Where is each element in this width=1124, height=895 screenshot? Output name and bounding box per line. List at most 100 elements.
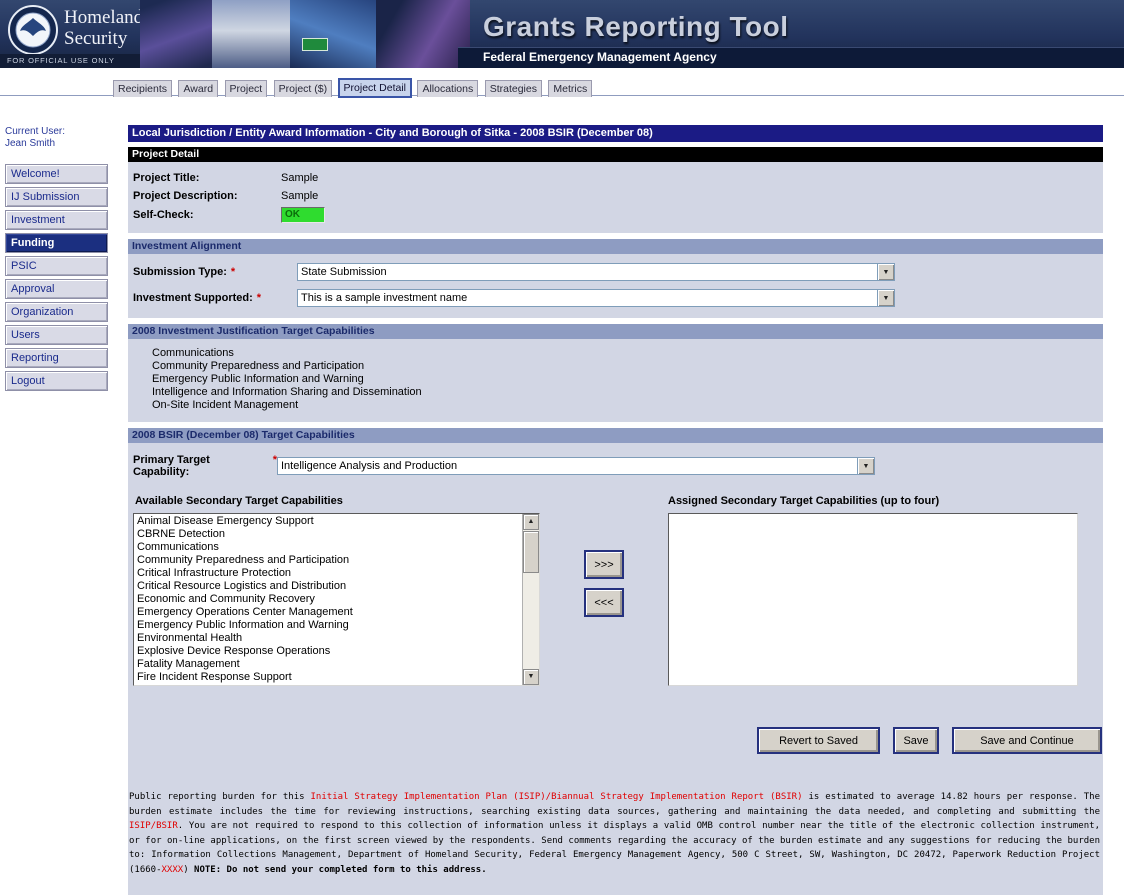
tab-project[interactable]: Project [225,80,268,97]
current-user: Current User: Jean Smith [5,126,108,150]
available-capabilities-options: Animal Disease Emergency Support CBRNE D… [134,515,522,685]
tab-project-detail[interactable]: Project Detail [339,79,411,97]
submission-type-select[interactable]: State Submission ▼ [297,263,895,281]
scrollbar-up-icon[interactable]: ▲ [523,514,539,530]
available-option[interactable]: Critical Resource Logistics and Distribu… [134,580,522,593]
project-detail-header: Project Detail [128,147,1103,162]
paperwork-burden-notice: Public reporting burden for this Initial… [128,790,1103,877]
sidebar: Current User: Jean Smith Welcome! IJ Sub… [5,126,108,394]
ij-target-capabilities-list: Communications Community Preparedness an… [128,339,1103,422]
ij-target-capabilities-section: 2008 Investment Justification Target Cap… [128,324,1103,422]
tab-metrics[interactable]: Metrics [548,80,592,97]
isip-bsir-link-2[interactable]: ISIP/BSIR [129,821,178,831]
available-option[interactable]: Communications [134,541,522,554]
collage-photo-3 [290,0,376,68]
burden-text-1: Public reporting burden for this [129,792,311,802]
listbox-scrollbar[interactable]: ▲ ▼ [522,514,539,685]
investment-supported-row: Investment Supported: * This is a sample… [128,287,1103,309]
available-option[interactable]: Fatality Management [134,658,522,671]
investment-supported-value: This is a sample investment name [298,290,877,306]
investment-supported-label: Investment Supported: [133,292,253,304]
scrollbar-thumb[interactable] [523,531,539,573]
available-option[interactable]: CBRNE Detection [134,528,522,541]
tab-award[interactable]: Award [178,80,218,97]
project-title-value: Sample [281,172,318,184]
transfer-buttons: >>> <<< [540,513,668,686]
self-check-row: Self-Check: OK [128,205,1103,225]
project-detail-section: Project Detail Project Title: Sample Pro… [128,147,1103,233]
available-option[interactable]: Emergency Public Information and Warning [134,619,522,632]
investment-supported-select[interactable]: This is a sample investment name ▼ [297,289,895,307]
dropdown-arrow-icon[interactable]: ▼ [877,264,894,280]
omb-number-redacted: XXXX [162,865,184,875]
available-option[interactable]: Economic and Community Recovery [134,593,522,606]
save-and-continue-button[interactable]: Save and Continue [952,727,1102,754]
sidebar-item-funding[interactable]: Funding [5,233,108,253]
primary-capability-value: Intelligence Analysis and Production [278,458,857,474]
project-description-value: Sample [281,190,318,202]
tab-project-dollars[interactable]: Project ($) [274,80,332,97]
bsir-target-capabilities-header: 2008 BSIR (December 08) Target Capabilit… [128,428,1103,443]
submission-type-label: Submission Type: [133,266,227,278]
available-option[interactable]: Fire Incident Response Support [134,671,522,684]
available-option[interactable]: Animal Disease Emergency Support [134,515,522,528]
required-marker: * [257,292,261,304]
investment-alignment-header: Investment Alignment [128,239,1103,254]
move-left-button[interactable]: <<< [584,588,624,617]
available-option[interactable]: Critical Infrastructure Protection [134,567,522,580]
main-content: Local Jurisdiction / Entity Award Inform… [128,125,1103,895]
available-option[interactable]: Community Preparedness and Participation [134,554,522,567]
primary-capability-row: Primary Target Capability: * Intelligenc… [128,452,1103,480]
tab-recipients[interactable]: Recipients [113,80,172,97]
ij-capability-item: Community Preparedness and Participation [152,360,1103,373]
assigned-capabilities-header: Assigned Secondary Target Capabilities (… [668,495,939,507]
do-not-send-note: NOTE: Do not send your completed form to… [194,865,487,875]
collage-photo-1 [140,0,212,68]
available-option[interactable]: Environmental Health [134,632,522,645]
self-check-label: Self-Check: [133,209,281,221]
app-header: Homeland Security FOR OFFICIAL USE ONLY … [0,0,1124,68]
tab-strategies[interactable]: Strategies [485,80,542,97]
dropdown-arrow-icon[interactable]: ▼ [857,458,874,474]
scrollbar-down-icon[interactable]: ▼ [523,669,539,685]
collage-road-sign [302,38,328,51]
move-right-button[interactable]: >>> [584,550,624,579]
sidebar-item-psic[interactable]: PSIC [5,256,108,276]
sidebar-item-organization[interactable]: Organization [5,302,108,322]
available-option[interactable]: Explosive Device Response Operations [134,645,522,658]
app-subtitle: Federal Emergency Management Agency [458,48,1124,67]
form-action-buttons: Revert to Saved Save Save and Continue [128,686,1103,754]
sidebar-item-ij-submission[interactable]: IJ Submission [5,187,108,207]
primary-capability-select[interactable]: Intelligence Analysis and Production ▼ [277,457,875,475]
sidebar-item-investment[interactable]: Investment [5,210,108,230]
ij-capability-item: On-Site Incident Management [152,399,1103,412]
tab-allocations[interactable]: Allocations [417,80,478,97]
revert-to-saved-button[interactable]: Revert to Saved [757,727,880,754]
burden-text-4: ) [183,865,194,875]
agency-name-line1: Homeland [64,7,143,28]
assigned-capabilities-listbox[interactable] [668,513,1078,686]
available-capabilities-header: Available Secondary Target Capabilities [135,495,668,507]
dropdown-arrow-icon[interactable]: ▼ [877,290,894,306]
available-option[interactable]: Emergency Operations Center Management [134,606,522,619]
dhs-seal-logo [8,5,58,55]
self-check-status-badge: OK [281,207,325,223]
page-title-bar: Local Jurisdiction / Entity Award Inform… [128,125,1103,142]
save-button[interactable]: Save [893,727,939,754]
header-photo-collage [140,0,470,68]
current-user-name: Jean Smith [5,138,108,150]
project-detail-panel: Project Title: Sample Project Descriptio… [128,162,1103,233]
sidebar-item-welcome[interactable]: Welcome! [5,164,108,184]
isip-bsir-link[interactable]: Initial Strategy Implementation Plan (IS… [311,792,803,802]
ij-capability-item: Communications [152,347,1103,360]
app-subtitle-bar: Federal Emergency Management Agency [458,47,1124,68]
sidebar-item-users[interactable]: Users [5,325,108,345]
sidebar-item-logout[interactable]: Logout [5,371,108,391]
sidebar-item-reporting[interactable]: Reporting [5,348,108,368]
top-tab-bar: Recipients Award Project Project ($) Pro… [0,79,1124,96]
investment-alignment-section: Investment Alignment Submission Type: * … [128,239,1103,318]
project-description-label: Project Description: [133,190,281,202]
available-capabilities-listbox[interactable]: Animal Disease Emergency Support CBRNE D… [133,513,540,686]
sidebar-item-approval[interactable]: Approval [5,279,108,299]
ij-capability-item: Emergency Public Information and Warning [152,373,1103,386]
